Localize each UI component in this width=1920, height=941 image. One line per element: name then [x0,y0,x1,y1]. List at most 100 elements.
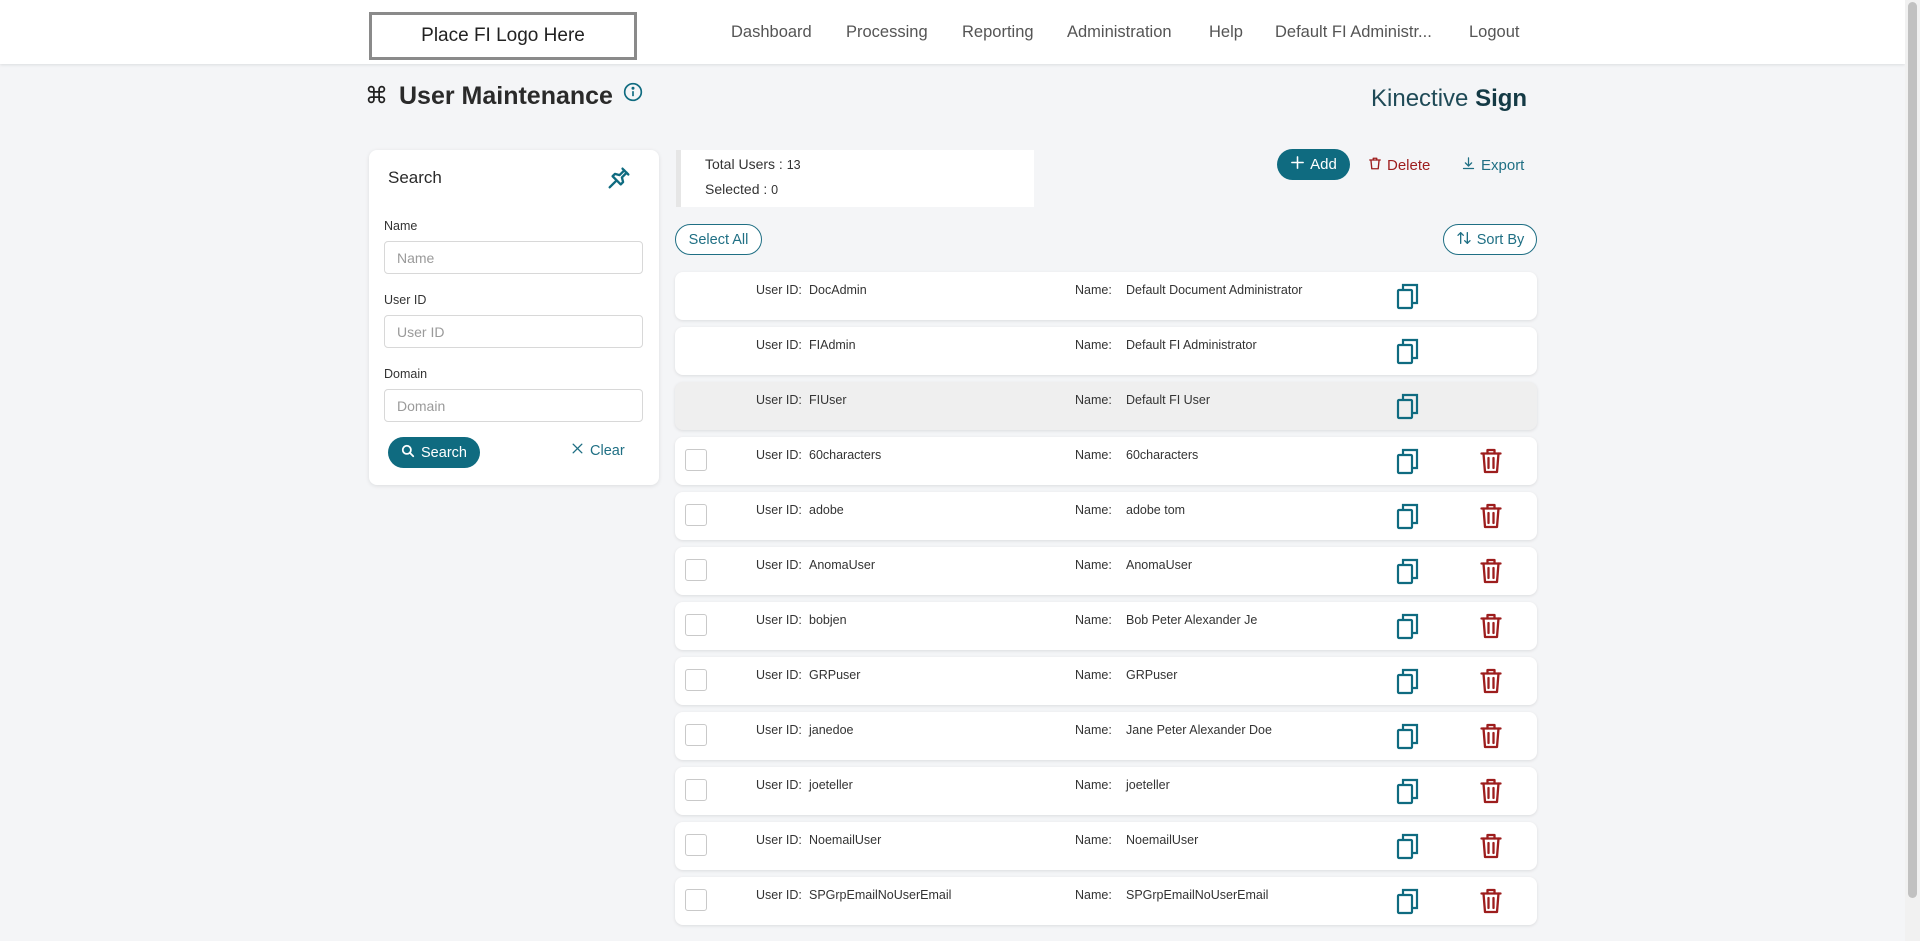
userid-field-label: User ID: [756,448,802,462]
search-icon [401,444,415,462]
row-checkbox[interactable] [685,889,707,911]
trash-icon[interactable] [1480,888,1502,919]
row-checkbox[interactable] [685,834,707,856]
row-checkbox[interactable] [685,614,707,636]
sort-by-label: Sort By [1476,231,1525,248]
copy-icon[interactable] [1396,778,1420,810]
copy-icon[interactable] [1396,888,1420,920]
row-checkbox[interactable] [685,669,707,691]
name-field-label: Name: [1075,833,1112,847]
trash-icon[interactable] [1480,778,1502,809]
user-id-value: SPGrpEmailNoUserEmail [809,888,952,902]
userid-input[interactable] [384,315,643,348]
clear-button[interactable]: Clear [571,442,625,459]
userid-field-label: User ID: [756,778,802,792]
copy-icon[interactable] [1396,393,1420,425]
user-id-value: FIUser [809,393,847,407]
name-field-label: Name: [1075,668,1112,682]
nav-administration[interactable]: Administration [1067,0,1172,64]
userid-field-label: User ID: [756,613,802,627]
trash-icon[interactable] [1480,558,1502,589]
scrollbar-thumb[interactable] [1908,2,1917,898]
user-name-value: Jane Peter Alexander Doe [1126,723,1272,737]
page-title: User Maintenance [399,82,613,110]
nav-help[interactable]: Help [1209,0,1243,64]
user-summary: Total Users : 13 Selected : 0 [676,150,1034,207]
user-row[interactable]: User ID: joeteller Name: joeteller [675,767,1537,815]
user-name-value: adobe tom [1126,503,1186,517]
copy-icon[interactable] [1396,613,1420,645]
user-name-value: AnomaUser [1126,558,1192,572]
name-field-label: Name: [1075,778,1112,792]
add-button-label: Add [1310,156,1337,173]
top-navbar: Place FI Logo Here Dashboard Processing … [0,0,1905,64]
name-label: Name [384,219,418,233]
search-panel-title: Search [388,168,442,187]
copy-icon[interactable] [1396,833,1420,865]
user-row[interactable]: User ID: GRPuser Name: GRPuser [675,657,1537,705]
copy-icon[interactable] [1396,283,1420,315]
user-name-value: 60characters [1126,448,1199,462]
user-row[interactable]: User ID: DocAdmin Name: Default Document Ad… [675,272,1537,320]
trash-icon[interactable] [1480,723,1502,754]
search-button[interactable]: Search [388,437,480,468]
fi-logo-placeholder[interactable]: Place FI Logo Here [369,12,637,60]
nav-user-menu[interactable]: Default FI Administr... [1275,0,1432,64]
nav-reporting[interactable]: Reporting [962,0,1034,64]
row-checkbox[interactable] [685,504,707,526]
row-checkbox[interactable] [685,559,707,581]
trash-icon [1368,156,1382,175]
name-field-label: Name: [1075,283,1112,297]
user-row[interactable]: User ID: SPGrpEmailNoUserEmail Name: SPGrpE… [675,877,1537,925]
trash-icon[interactable] [1480,833,1502,864]
info-icon[interactable] [623,82,643,107]
user-row[interactable]: User ID: janedoe Name: Jane Peter Alexander… [675,712,1537,760]
clear-button-label: Clear [590,442,625,459]
nav-logout[interactable]: Logout [1469,0,1519,64]
domain-input[interactable] [384,389,643,422]
row-checkbox[interactable] [685,724,707,746]
user-row[interactable]: User ID: FIUser Name: Default FI User [675,382,1537,430]
close-icon [571,442,584,459]
nav-dashboard[interactable]: Dashboard [731,0,812,64]
page-scrollbar[interactable] [1905,0,1920,941]
command-icon [366,84,387,110]
copy-icon[interactable] [1396,503,1420,535]
delete-users-button[interactable]: Delete [1368,156,1430,175]
user-name-value: GRPuser [1126,668,1178,682]
row-checkbox[interactable] [685,779,707,801]
copy-icon[interactable] [1396,558,1420,590]
sort-by-button[interactable]: Sort By [1443,224,1537,255]
user-row[interactable]: User ID: FIAdmin Name: Default FI Administr… [675,327,1537,375]
nav-processing[interactable]: Processing [846,0,928,64]
export-button[interactable]: Export [1461,156,1524,175]
copy-icon[interactable] [1396,338,1420,370]
user-id-value: adobe [809,503,844,517]
add-user-button[interactable]: Add [1277,149,1350,180]
user-row[interactable]: User ID: AnomaUser Name: AnomaUser [675,547,1537,595]
pin-icon[interactable] [605,164,633,197]
user-name-value: NoemailUser [1126,833,1199,847]
user-row[interactable]: User ID: bobjen Name: Bob Peter Alexander J… [675,602,1537,650]
user-name-value: Bob Peter Alexander Je [1126,613,1258,627]
user-id-value: GRPuser [809,668,861,682]
select-all-button[interactable]: Select All [675,224,762,255]
page-header: User Maintenance [366,82,643,111]
user-row[interactable]: User ID: NoemailUser Name: NoemailUser [675,822,1537,870]
user-row[interactable]: User ID: 60characters Name: 60characters [675,437,1537,485]
userid-field-label: User ID: [756,338,802,352]
trash-icon[interactable] [1480,668,1502,699]
user-id-value: 60characters [809,448,882,462]
copy-icon[interactable] [1396,668,1420,700]
copy-icon[interactable] [1396,448,1420,480]
kinective-sign-logo: Kinective Sign [1371,85,1528,112]
name-field-label: Name: [1075,558,1112,572]
trash-icon[interactable] [1480,613,1502,644]
trash-icon[interactable] [1480,448,1502,479]
trash-icon[interactable] [1480,503,1502,534]
copy-icon[interactable] [1396,723,1420,755]
user-row[interactable]: User ID: adobe Name: adobe tom [675,492,1537,540]
name-input[interactable] [384,241,643,274]
userid-field-label: User ID: [756,393,802,407]
row-checkbox[interactable] [685,449,707,471]
